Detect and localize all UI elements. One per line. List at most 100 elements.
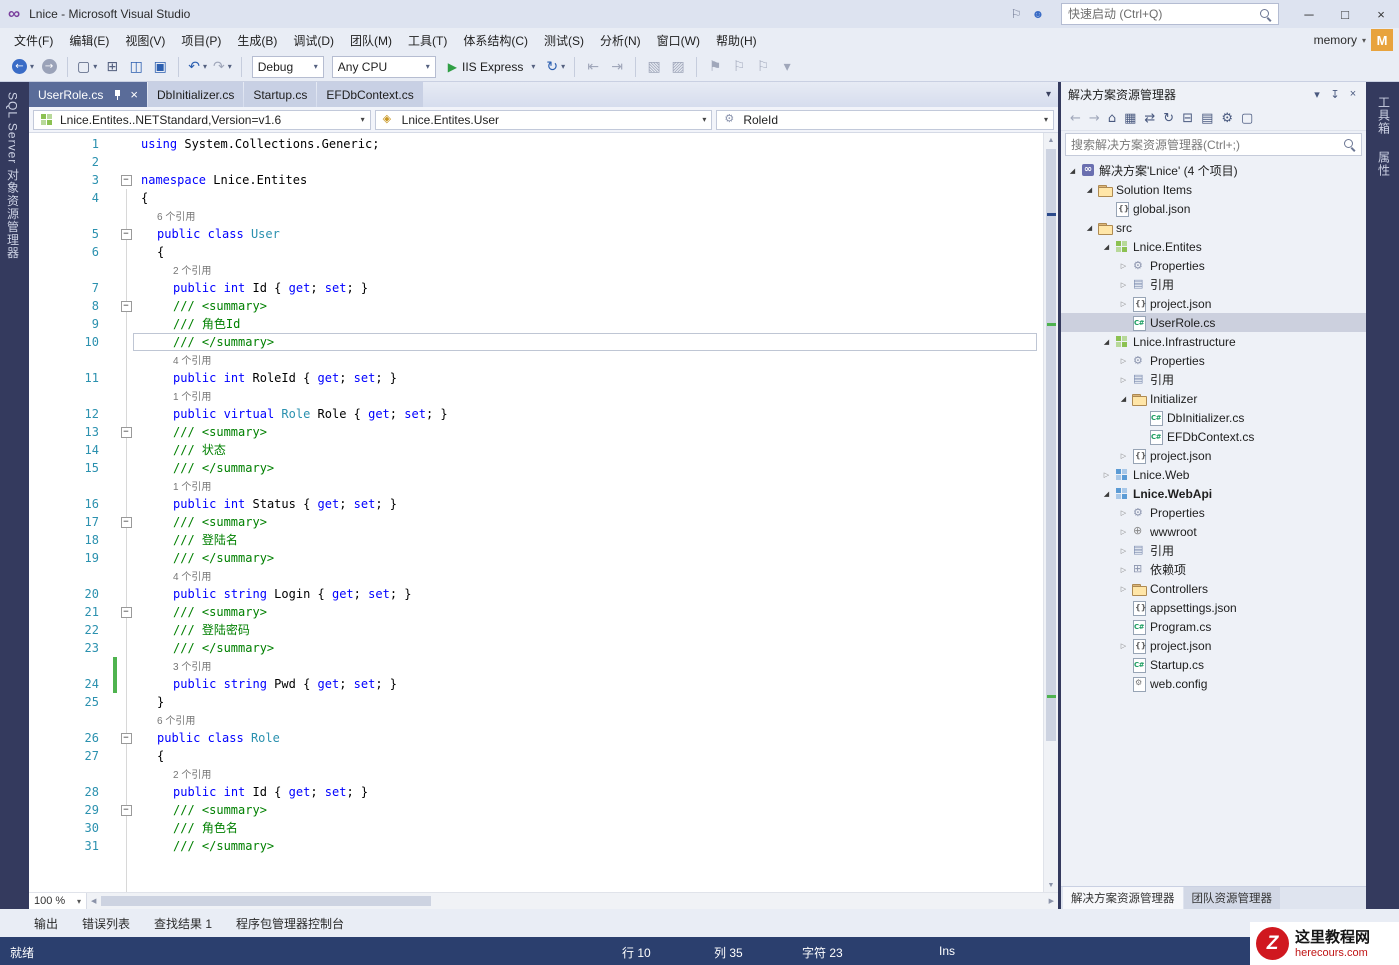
maximize-button[interactable]: □ xyxy=(1327,0,1363,28)
sync-with-active-document-icon[interactable]: ⇄ xyxy=(1144,111,1155,126)
collapse-arrow-icon[interactable]: ◢ xyxy=(1065,167,1080,175)
tree-item-Properties[interactable]: ▷Properties xyxy=(1061,503,1366,522)
preview-selected-items-icon[interactable]: ▢ xyxy=(1241,111,1253,126)
expand-arrow-icon[interactable]: ▷ xyxy=(1116,547,1131,555)
tree-item-Properties[interactable]: ▷Properties xyxy=(1061,351,1366,370)
undo-button[interactable]: ↶▾ xyxy=(186,56,209,78)
expand-arrow-icon[interactable]: ▷ xyxy=(1116,376,1131,384)
line-number[interactable]: 11 xyxy=(29,369,113,387)
quick-launch[interactable] xyxy=(1061,3,1279,25)
switch-views-icon[interactable]: ▦ xyxy=(1124,111,1136,126)
tree-item-Solution Items[interactable]: ◢Solution Items xyxy=(1061,180,1366,199)
line-number[interactable]: 20 xyxy=(29,585,113,603)
line-number[interactable]: 24 xyxy=(29,675,113,693)
save-all-button[interactable]: ▣ xyxy=(149,56,171,78)
pin-tab-icon[interactable] xyxy=(113,89,122,101)
solution-search-box[interactable] xyxy=(1065,133,1362,156)
solution-search-input[interactable] xyxy=(1071,138,1343,152)
browser-link-refresh-button[interactable]: ↻▾ xyxy=(544,56,567,78)
refresh-icon[interactable]: ↻ xyxy=(1163,111,1174,126)
line-number[interactable]: 27 xyxy=(29,747,113,765)
scroll-down-icon[interactable]: ▼ xyxy=(1044,878,1058,892)
line-number[interactable] xyxy=(29,387,113,405)
collapse-arrow-icon[interactable]: ◢ xyxy=(1099,243,1114,251)
menu-item-3[interactable]: 视图(V) xyxy=(117,29,173,52)
auto-hide-pin-icon[interactable]: ↧ xyxy=(1326,88,1344,101)
tree-item-引用[interactable]: ▷引用 xyxy=(1061,541,1366,560)
send-feedback-icon[interactable]: ☻ xyxy=(1027,7,1049,21)
editor-horizontal-scrollbar[interactable]: ◀ ▶ xyxy=(87,893,1058,909)
line-number[interactable]: 12 xyxy=(29,405,113,423)
zoom-control[interactable]: 100 % ▾ xyxy=(29,893,87,909)
bottom-tab-查找结果 1[interactable]: 查找结果 1 xyxy=(154,915,212,932)
line-number[interactable]: 9 xyxy=(29,315,113,333)
fold-collapse-icon[interactable]: − xyxy=(121,301,132,312)
line-number[interactable]: 5 xyxy=(29,225,113,243)
line-number[interactable]: 26 xyxy=(29,729,113,747)
line-number[interactable]: 30 xyxy=(29,819,113,837)
uncomment-selection-button[interactable]: ▨ xyxy=(667,56,689,78)
fold-collapse-icon[interactable]: − xyxy=(121,805,132,816)
line-number[interactable]: 1 xyxy=(29,135,113,153)
menu-item-5[interactable]: 生成(B) xyxy=(229,29,285,52)
line-number[interactable]: 4 xyxy=(29,189,113,207)
expand-arrow-icon[interactable]: ▷ xyxy=(1116,642,1131,650)
line-number[interactable]: 21 xyxy=(29,603,113,621)
expand-arrow-icon[interactable]: ▷ xyxy=(1116,566,1131,574)
tree-item-src[interactable]: ◢src xyxy=(1061,218,1366,237)
decrease-indent-button[interactable]: ⇤ xyxy=(582,56,604,78)
menu-item-11[interactable]: 分析(N) xyxy=(592,29,649,52)
navbar-dropdown-1[interactable]: Lnice.Entites..NETStandard,Version=v1.6▾ xyxy=(33,110,371,130)
line-number[interactable]: 10 xyxy=(29,333,113,351)
navigate-forward-button[interactable]: → xyxy=(38,56,60,78)
expand-arrow-icon[interactable]: ▷ xyxy=(1116,357,1131,365)
fold-collapse-icon[interactable]: − xyxy=(121,607,132,618)
toolbar-options-button[interactable]: ▾ xyxy=(776,56,798,78)
line-number[interactable] xyxy=(29,711,113,729)
navigate-backward-button[interactable]: ←▾ xyxy=(10,56,36,78)
collapse-arrow-icon[interactable]: ◢ xyxy=(1082,186,1097,194)
menu-item-7[interactable]: 团队(M) xyxy=(342,29,400,52)
document-tab-DbInitializer.cs[interactable]: DbInitializer.cs xyxy=(148,82,243,107)
navigate-backward-icon[interactable]: ← xyxy=(1070,111,1081,126)
panel-tab-团队资源管理器[interactable]: 团队资源管理器 xyxy=(1184,887,1281,909)
line-number[interactable]: 28 xyxy=(29,783,113,801)
scrollbar-thumb[interactable] xyxy=(1046,149,1056,741)
toggle-bookmark-button[interactable]: ⚑ xyxy=(704,56,726,78)
tree-item-Lnice.Infrastructure[interactable]: ◢Lnice.Infrastructure xyxy=(1061,332,1366,351)
previous-bookmark-button[interactable]: ⚐ xyxy=(728,56,750,78)
line-number[interactable]: 22 xyxy=(29,621,113,639)
tree-item-appsettings.json[interactable]: appsettings.json xyxy=(1061,598,1366,617)
scroll-left-icon[interactable]: ◀ xyxy=(91,893,96,909)
tree-item-global.json[interactable]: global.json xyxy=(1061,199,1366,218)
expand-arrow-icon[interactable]: ▷ xyxy=(1116,528,1131,536)
panel-tab-解决方案资源管理器[interactable]: 解决方案资源管理器 xyxy=(1063,887,1183,909)
fold-collapse-icon[interactable]: − xyxy=(121,427,132,438)
expand-arrow-icon[interactable]: ▷ xyxy=(1116,262,1131,270)
menu-item-10[interactable]: 测试(S) xyxy=(536,29,592,52)
tree-item-wwwroot[interactable]: ▷wwwroot xyxy=(1061,522,1366,541)
dock-tab-工具箱[interactable]: 工具箱 xyxy=(1376,96,1393,135)
line-number[interactable] xyxy=(29,567,113,585)
menu-item-8[interactable]: 工具(T) xyxy=(400,29,455,52)
fold-collapse-icon[interactable]: − xyxy=(121,517,132,528)
bottom-tab-程序包管理器控制台[interactable]: 程序包管理器控制台 xyxy=(236,915,344,932)
tree-item-Lnice.Entites[interactable]: ◢Lnice.Entites xyxy=(1061,237,1366,256)
close-tab-icon[interactable]: × xyxy=(130,88,138,101)
line-number[interactable]: 6 xyxy=(29,243,113,261)
line-number[interactable] xyxy=(29,351,113,369)
expand-arrow-icon[interactable]: ▷ xyxy=(1116,452,1131,460)
bottom-tab-输出[interactable]: 输出 xyxy=(34,915,58,932)
editor-vertical-scrollbar[interactable]: ▲ ▼ xyxy=(1043,133,1058,892)
bottom-tab-错误列表[interactable]: 错误列表 xyxy=(82,915,130,932)
line-number[interactable] xyxy=(29,657,113,675)
scroll-right-icon[interactable]: ▶ xyxy=(1049,893,1054,909)
home-icon[interactable]: ⌂ xyxy=(1108,111,1116,126)
account[interactable]: memory ▾ M xyxy=(1314,29,1399,51)
expand-arrow-icon[interactable]: ▷ xyxy=(1116,509,1131,517)
line-number[interactable]: 29 xyxy=(29,801,113,819)
expand-arrow-icon[interactable]: ▷ xyxy=(1116,281,1131,289)
code-editor[interactable]: 1using System.Collections.Generic;23−nam… xyxy=(29,133,1043,892)
tree-item-DbInitializer.cs[interactable]: DbInitializer.cs xyxy=(1061,408,1366,427)
line-number[interactable]: 15 xyxy=(29,459,113,477)
